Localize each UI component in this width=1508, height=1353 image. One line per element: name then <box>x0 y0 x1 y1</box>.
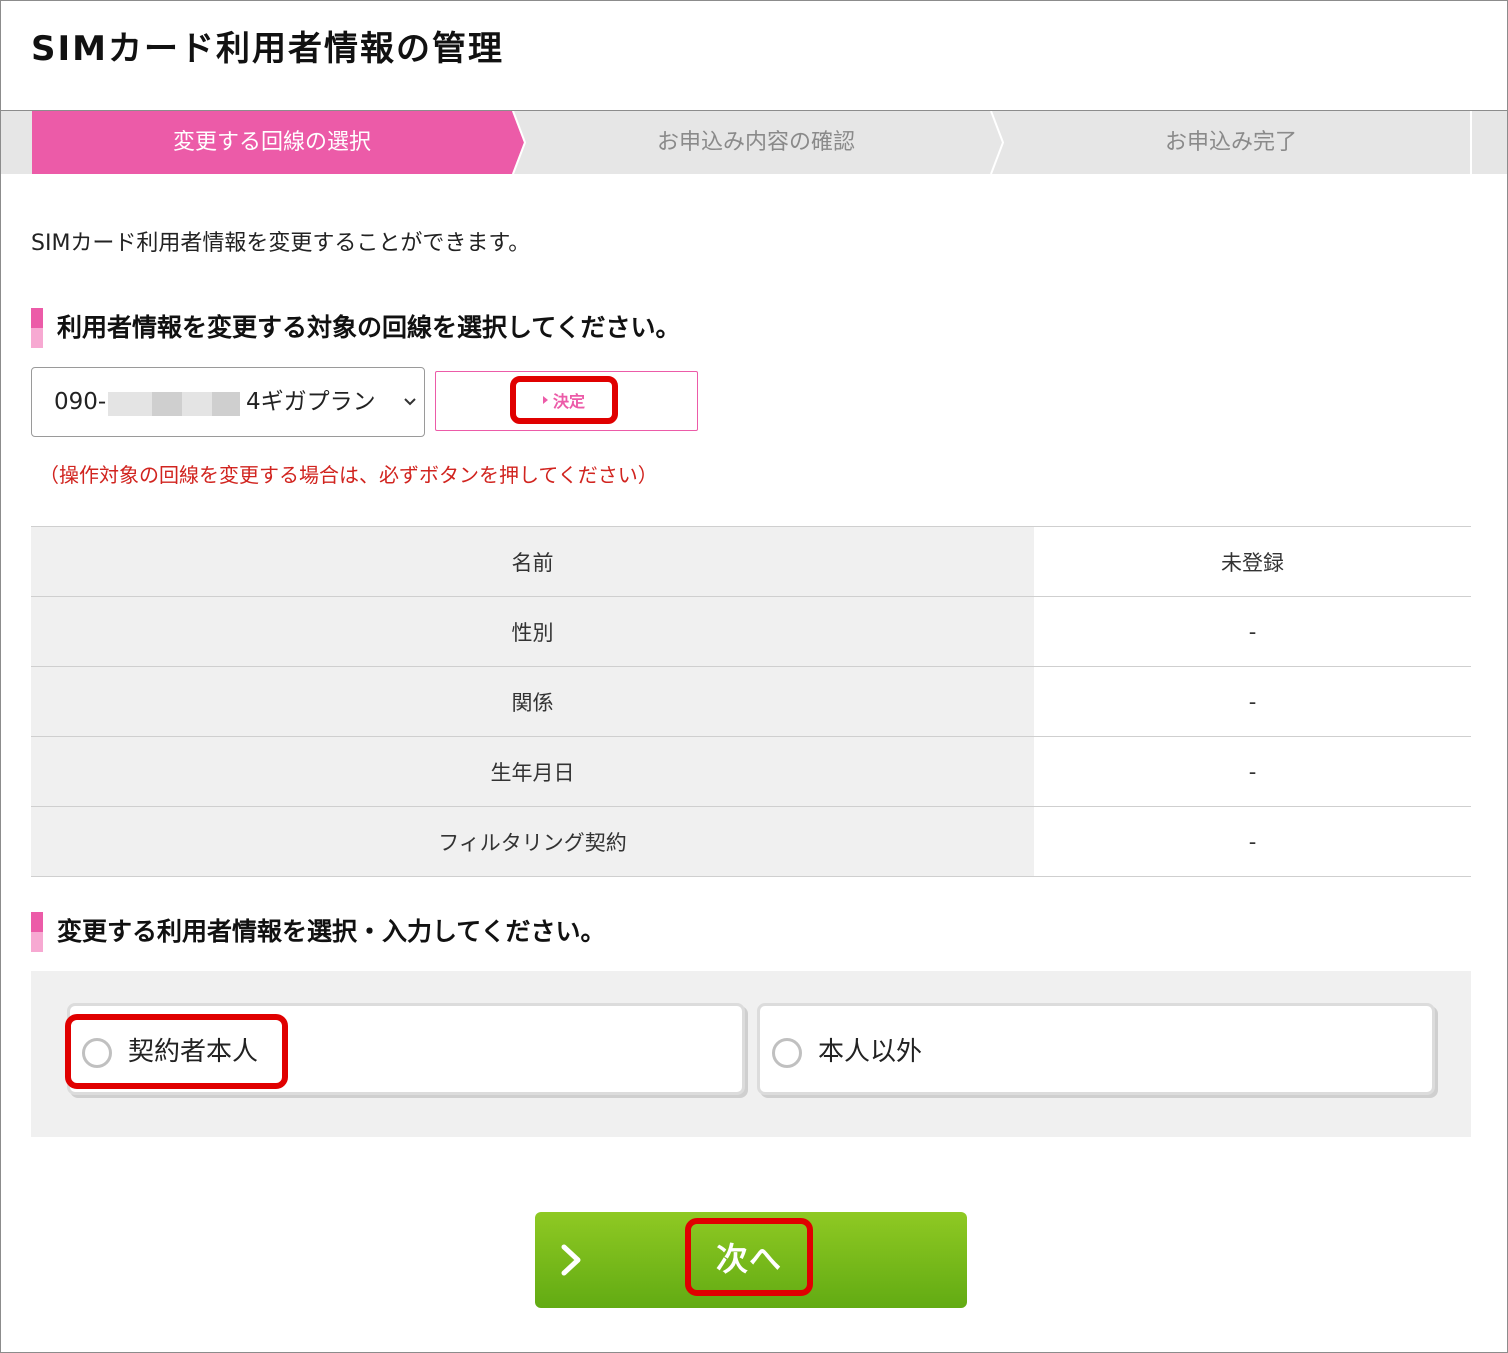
table-row: フィルタリング契約 - <box>31 806 1471 877</box>
table-row-value: - <box>1034 666 1471 737</box>
heading-accent-bar <box>31 912 43 952</box>
table-row-value: - <box>1034 596 1471 667</box>
radio-option-label: 本人以外 <box>818 1037 923 1067</box>
section-heading-text: 変更する利用者情報を選択・入力してください。 <box>57 917 606 946</box>
step-2: お申込み内容の確認 <box>656 130 855 155</box>
chevron-right-icon <box>561 1244 581 1276</box>
line-number-prefix: 090- <box>54 389 107 415</box>
next-button[interactable]: 次へ <box>535 1212 967 1308</box>
table-row-label: 性別 <box>31 596 1034 667</box>
user-info-table: 名前 未登録 性別 - 関係 - 生年月日 - フィルタリング契約 - <box>31 526 1471 877</box>
masked-digits <box>152 392 182 416</box>
decide-button-label: 決定 <box>552 392 585 411</box>
intro-text: SIMカード利用者情報を変更することができます。 <box>31 231 531 256</box>
radio-button[interactable] <box>772 1038 802 1068</box>
step-end-divider <box>1470 111 1472 174</box>
table-row-label: フィルタリング契約 <box>31 806 1034 877</box>
masked-digits <box>182 392 212 416</box>
step-1: 変更する回線の選択 <box>172 130 371 155</box>
table-row: 関係 - <box>31 666 1471 737</box>
decide-highlight-box: 決定 <box>510 376 618 424</box>
page-title: SIMカード利用者情報の管理 <box>31 29 504 69</box>
radio-option-other-person[interactable]: 本人以外 <box>757 1003 1435 1095</box>
line-plan-name: 4ギガプラン <box>246 389 376 415</box>
highlight-box <box>65 1014 288 1089</box>
section-heading-line-select: 利用者情報を変更する対象の回線を選択してください。 <box>31 308 681 348</box>
table-row-label: 名前 <box>31 526 1034 597</box>
section-heading-user-info: 変更する利用者情報を選択・入力してください。 <box>31 912 606 952</box>
table-row-label: 生年月日 <box>31 736 1034 807</box>
next-highlight-box: 次へ <box>685 1218 813 1296</box>
section-heading-text: 利用者情報を変更する対象の回線を選択してください。 <box>57 313 681 342</box>
play-triangle-icon <box>542 396 548 404</box>
masked-digits <box>108 392 152 416</box>
masked-digits <box>212 392 240 416</box>
step-3: お申込み完了 <box>1164 130 1297 155</box>
chevron-down-icon <box>404 398 416 406</box>
user-type-radio-group: 契約者本人 本人以外 <box>31 971 1471 1137</box>
decide-button[interactable]: 決定 <box>435 371 698 431</box>
table-row-label: 関係 <box>31 666 1034 737</box>
table-row-value: 未登録 <box>1034 526 1471 597</box>
table-row-value: - <box>1034 806 1471 877</box>
table-row: 名前 未登録 <box>31 526 1471 597</box>
heading-accent-bar <box>31 308 43 348</box>
page-frame: SIMカード利用者情報の管理 変更する回線の選択 お申込み内容の確認 お申込み完… <box>0 0 1508 1353</box>
step-progress-bar: 変更する回線の選択 お申込み内容の確認 お申込み完了 <box>1 111 1507 174</box>
table-row: 性別 - <box>31 596 1471 667</box>
line-select-dropdown[interactable]: 090- 4ギガプラン <box>31 367 425 437</box>
table-row: 生年月日 - <box>31 736 1471 807</box>
next-button-label: 次へ <box>715 1240 782 1278</box>
notice-text: （操作対象の回線を変更する場合は、必ずボタンを押してください） <box>39 463 658 487</box>
table-row-value: - <box>1034 736 1471 807</box>
